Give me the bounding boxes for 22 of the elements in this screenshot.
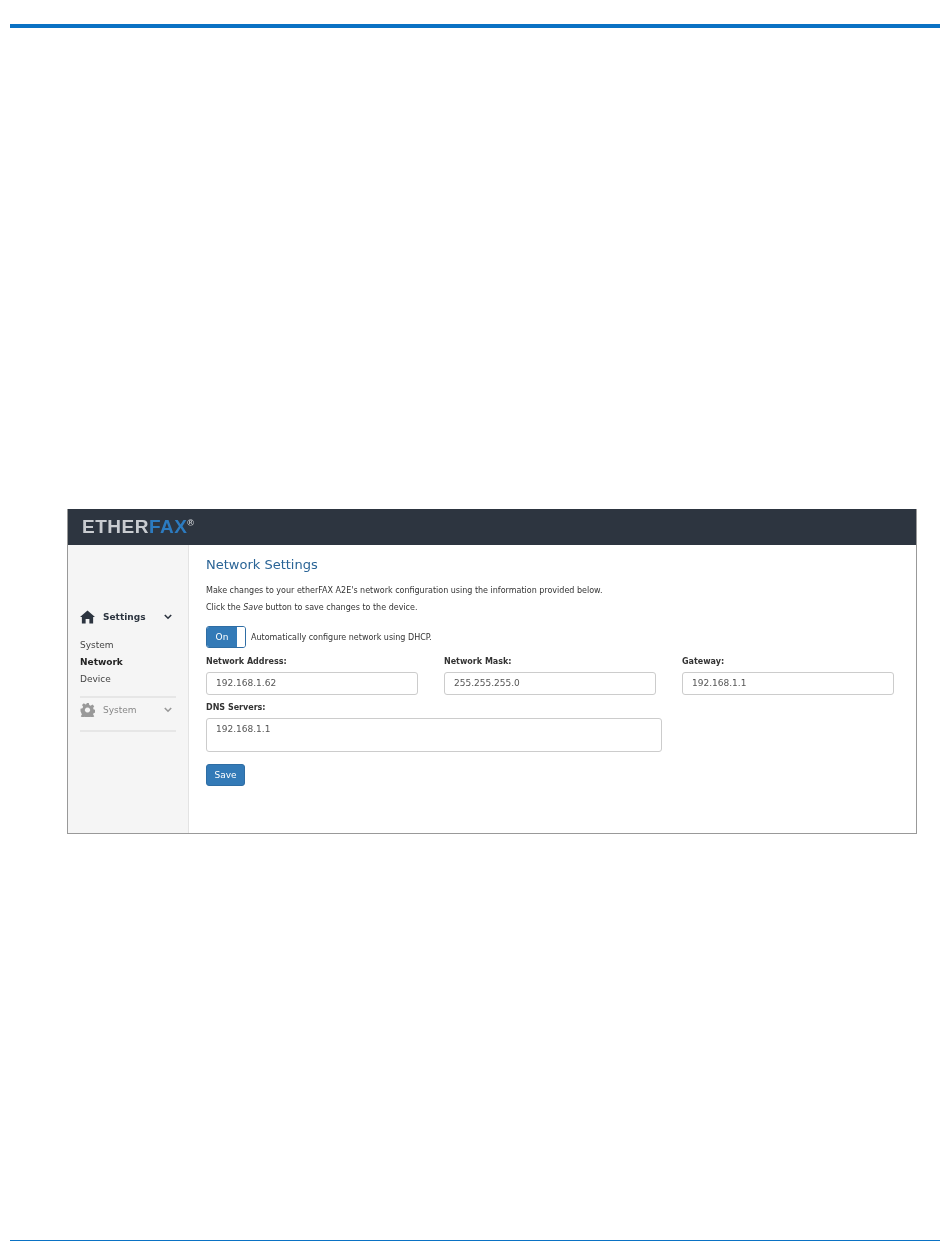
field-label: Network Mask: [444,657,513,666]
input-field[interactable]: 255.255.255.0 [444,672,656,695]
home-icon [80,610,95,624]
description-text: Click the Save button to save changes to the device. [206,603,419,612]
logo: ETHERFAX$^{®}$ [82,516,195,538]
field-label: Gateway: [682,657,726,666]
dhcp-label: Automatically configure network using DHCP. [251,632,432,642]
chevron-icon [164,707,172,713]
nav-item[interactable]: System [80,637,176,654]
field-label: Network Address: [206,657,288,666]
chevron-icon [164,614,172,620]
field-label: DNS Servers: [206,703,267,712]
gear-icon [80,703,95,717]
nav-item[interactable]: Network [80,654,176,671]
dhcp-toggle[interactable]: On [206,626,246,648]
description-text: Make changes to your etherFAX A2E's network configuration using the information provided below. [206,586,604,595]
page-title: Network Settings [206,557,319,572]
save-button[interactable]: Save [206,764,245,786]
input-field[interactable]: 192.168.1.1 [682,672,894,695]
input-field[interactable]: 192.168.1.62 [206,672,418,695]
text-area[interactable]: 192.168.1.1 [206,718,662,752]
nav-item[interactable]: Device [80,671,176,688]
